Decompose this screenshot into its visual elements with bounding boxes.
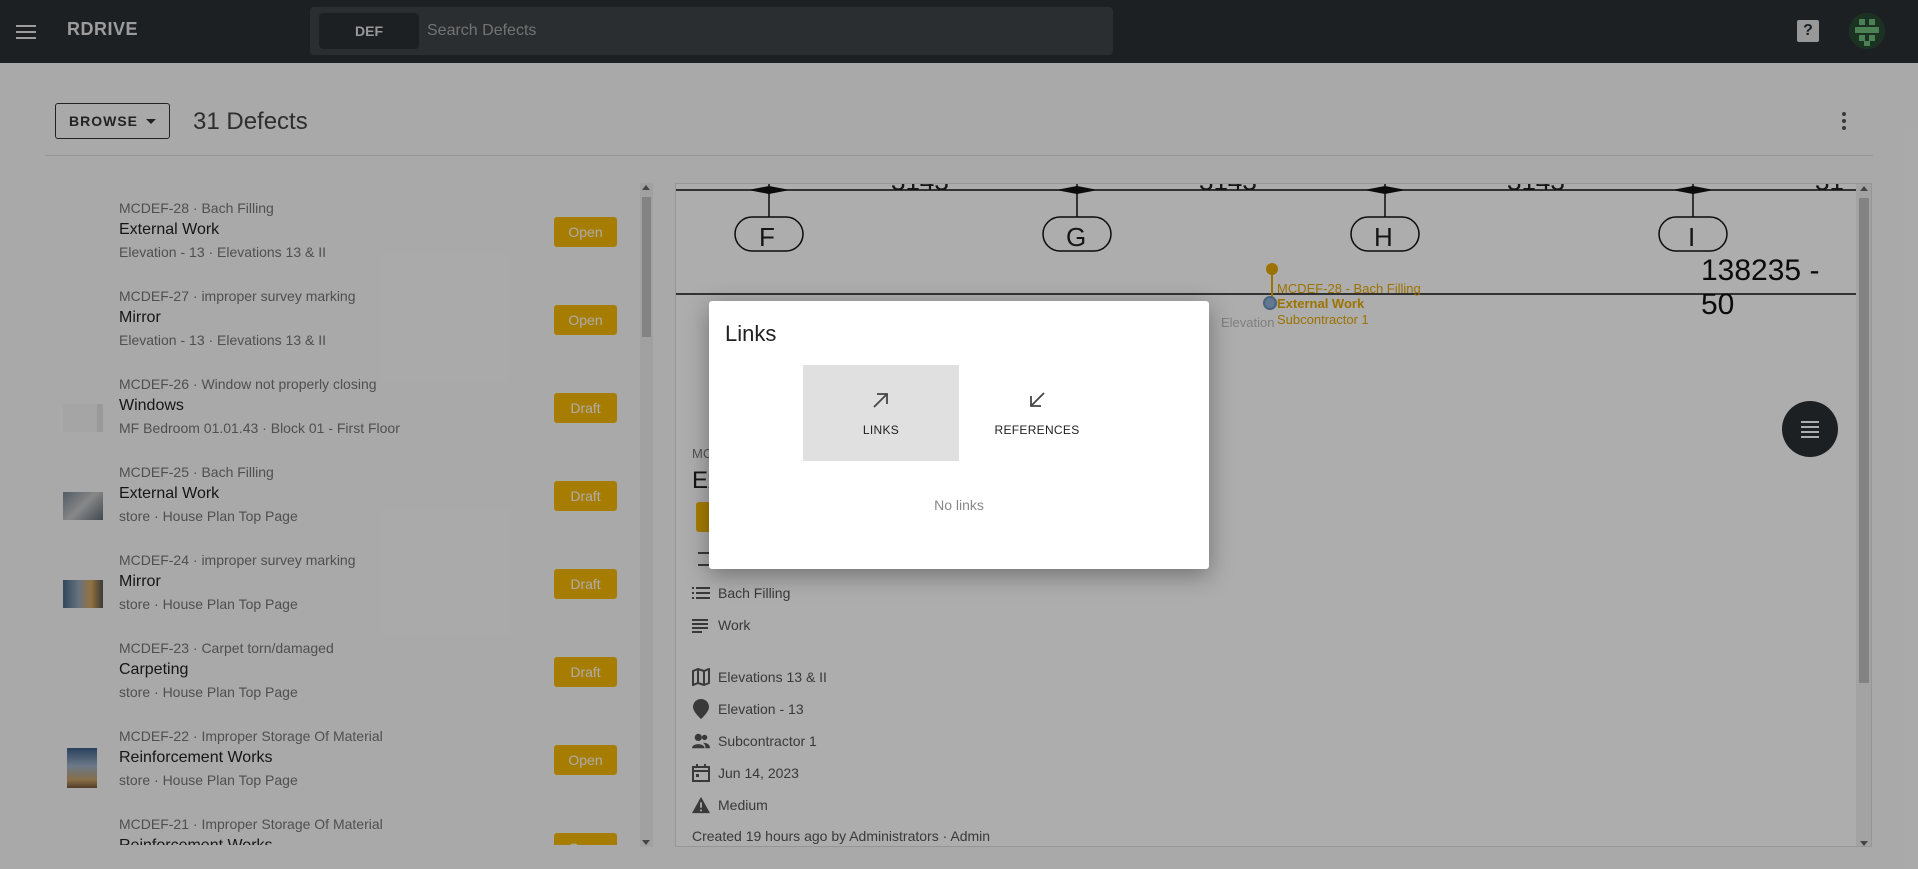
- tab-references-label: REFERENCES: [994, 422, 1080, 437]
- empty-state-text: No links: [934, 497, 984, 513]
- tab-links-label: LINKS: [862, 422, 900, 437]
- dialog-title: Links: [725, 321, 777, 346]
- tab-references[interactable]: REFERENCES: [959, 365, 1115, 461]
- arrow-up-right-icon: [871, 390, 891, 413]
- links-dialog: Links LINKS REFERENCES No links: [709, 301, 1209, 569]
- arrow-down-left-icon: [1027, 390, 1047, 413]
- tab-links[interactable]: LINKS: [803, 365, 959, 461]
